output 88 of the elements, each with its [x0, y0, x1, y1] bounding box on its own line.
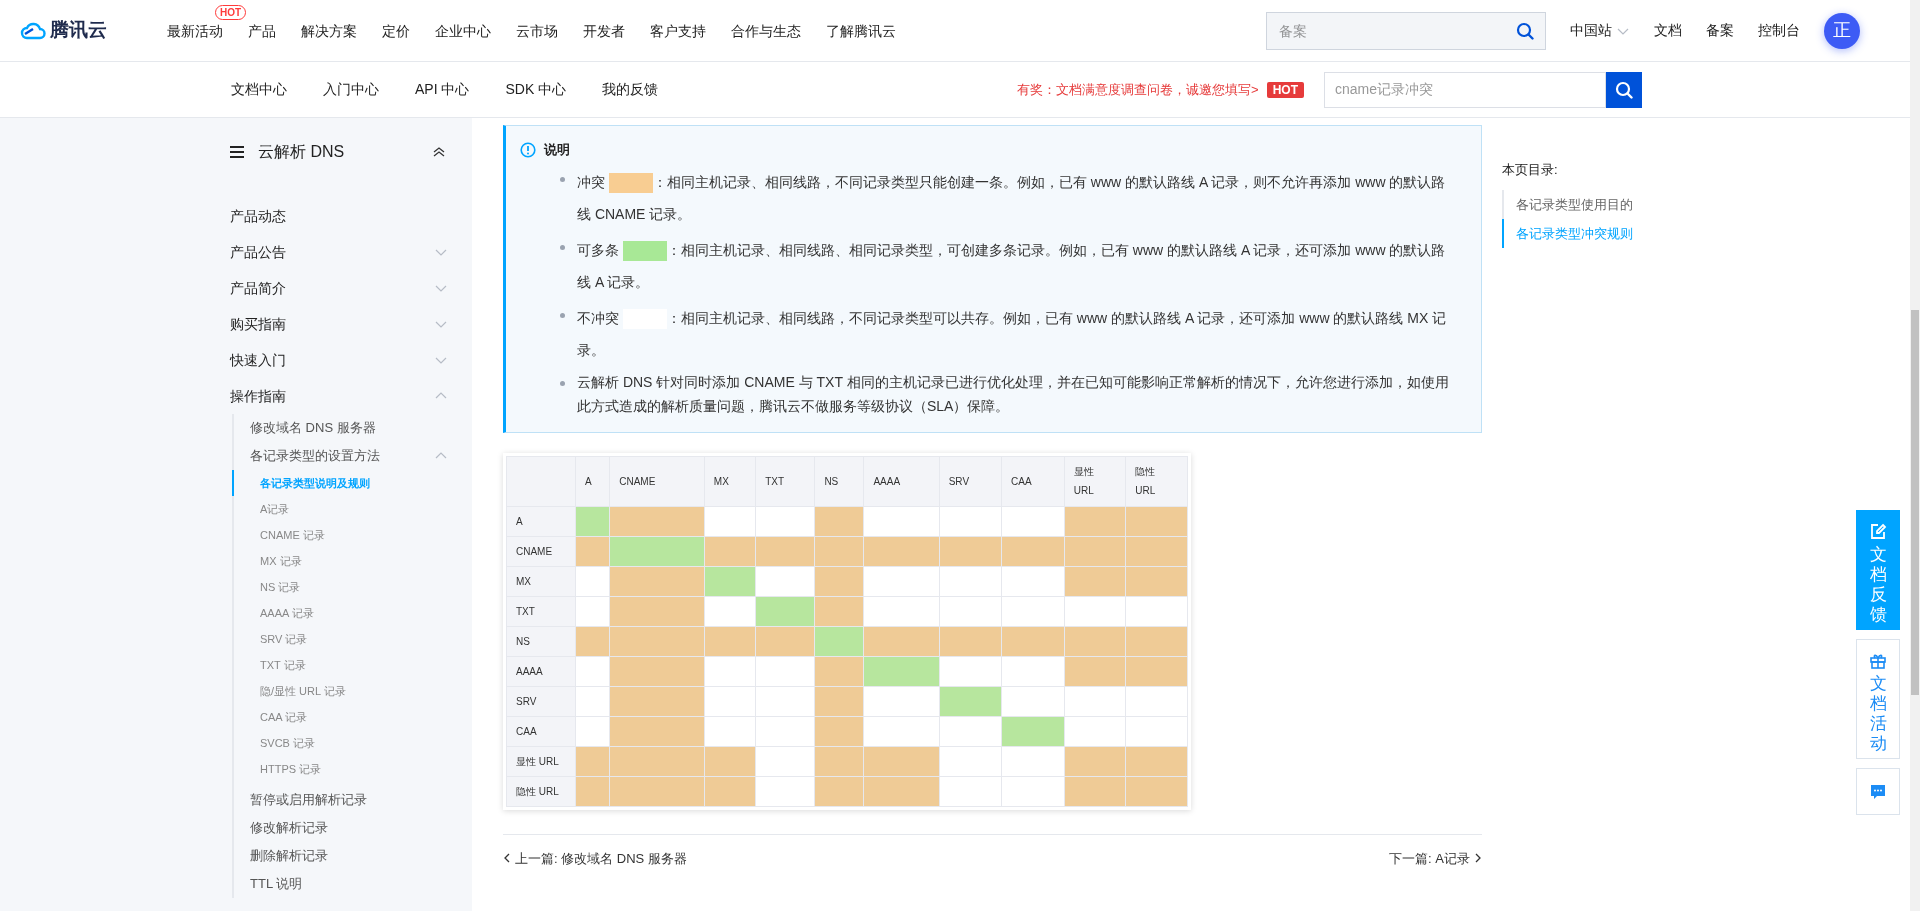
- row-header: AAAA: [506, 656, 576, 686]
- region-dropdown[interactable]: 中国站: [1570, 20, 1630, 41]
- sidebar-subitem[interactable]: TXT 记录: [232, 652, 448, 678]
- note-text: 可多条 ：相同主机记录、相同线路、相同记录类型，可创建多条记录。例如，已有 www 的默认路线 A 记录，还可添加 www 的默认路线 A 记录。: [577, 239, 1447, 292]
- note-text: 不冲突 ：相同主机记录、相同线路，不同记录类型可以共存。例如，已有 www 的默认路线 A 记录，还可添加 www 的默认路线 MX 记录。: [577, 307, 1448, 360]
- sidebar-item[interactable]: 产品简介: [230, 270, 448, 306]
- row-header: 显性 URL: [506, 746, 576, 776]
- row-header: NS: [506, 626, 576, 656]
- column-header: SRV: [939, 456, 1002, 506]
- info-icon: [520, 141, 536, 158]
- column-header: TXT: [755, 456, 815, 506]
- prev-link[interactable]: 上一篇: 修改域名 DNS 服务器: [503, 848, 687, 868]
- collapse-icon[interactable]: [432, 145, 446, 159]
- gift-icon: [1869, 652, 1887, 670]
- column-header: CNAME: [609, 456, 705, 506]
- sidebar-item[interactable]: 产品公告: [230, 234, 448, 270]
- column-header: 显性 URL: [1064, 456, 1126, 506]
- nav-link[interactable]: 了解腾讯云: [826, 22, 896, 39]
- header-link[interactable]: 备案: [1706, 20, 1734, 41]
- column-header: CAA: [1001, 456, 1065, 506]
- column-header: AAAA: [863, 456, 940, 506]
- menu-icon[interactable]: [230, 146, 244, 158]
- row-header: 隐性 URL: [506, 776, 576, 806]
- sidebar-item[interactable]: 购买指南: [230, 306, 448, 342]
- nav-link[interactable]: 客户支持: [650, 22, 706, 39]
- header-link[interactable]: 控制台: [1758, 20, 1800, 41]
- nav-link[interactable]: 最新活动: [167, 22, 223, 39]
- sidebar-subitem[interactable]: 修改解析记录: [250, 814, 448, 842]
- subnav-link[interactable]: SDK 中心: [505, 79, 567, 100]
- sidebar-subitem[interactable]: CNAME 记录: [232, 522, 448, 548]
- sidebar-item[interactable]: 操作指南: [230, 378, 448, 414]
- edit-icon: [1869, 523, 1887, 541]
- sidebar-subitem[interactable]: 暂停或启用解析记录: [250, 786, 448, 814]
- subnav-link[interactable]: 文档中心: [231, 79, 287, 100]
- hot-badge: HOT: [215, 4, 247, 20]
- row-header: MX: [506, 566, 576, 596]
- row-header: CAA: [506, 716, 576, 746]
- search-field[interactable]: 备案: [1266, 11, 1546, 50]
- subnav-link[interactable]: 入门中心: [323, 79, 379, 100]
- sidebar-item[interactable]: 快速入门: [230, 342, 448, 378]
- sidebar-subitem[interactable]: TTL 说明: [250, 870, 448, 898]
- sidebar-subitem[interactable]: MX 记录: [232, 548, 448, 574]
- note-text: 冲突 ：相同主机记录、相同线路，不同记录类型只能创建一条。例如，已有 www 的默认路线 A 记录，则不允许再添加 www 的默认路线 CNAME 记录。: [577, 171, 1447, 224]
- hot-badge: HOT: [1266, 81, 1304, 98]
- header-cell: [506, 456, 576, 506]
- sidebar-title: 云解析 DNS: [258, 142, 346, 162]
- column-header: MX: [704, 456, 756, 506]
- column-header: 隐性 URL: [1125, 456, 1188, 506]
- subnav-link[interactable]: 我的反馈: [602, 79, 659, 100]
- chat-button[interactable]: [1856, 768, 1900, 815]
- column-header: A: [575, 456, 610, 506]
- next-link[interactable]: 下一篇: A记录: [1389, 848, 1482, 868]
- sidebar-subitem[interactable]: 隐/显性 URL 记录: [232, 678, 448, 704]
- search-icon: [1615, 80, 1633, 99]
- nav-link[interactable]: 企业中心: [435, 22, 491, 39]
- nav-link[interactable]: 开发者: [583, 22, 625, 39]
- nav-link[interactable]: 产品: [248, 22, 276, 39]
- search-button[interactable]: [1606, 71, 1642, 108]
- note-title: 说明: [544, 141, 570, 159]
- cloud-logo-icon: [20, 21, 46, 40]
- row-header: CNAME: [506, 536, 576, 566]
- scrollbar-thumb[interactable]: [1911, 310, 1919, 695]
- chat-icon: [1869, 782, 1887, 801]
- row-header: A: [506, 506, 576, 536]
- search-icon[interactable]: [1516, 21, 1534, 40]
- note-text: 云解析 DNS 针对同时添加 CNAME 与 TXT 相同的主机记录已进行优化处理，并在已知可能影响正常解析的情况下，允许您进行添加，如使用此方式造成的解析质量问题，腾讯云不做服务等级协议（SLA）保障。: [577, 372, 1450, 416]
- sidebar-subitem[interactable]: 各记录类型的设置方法: [250, 442, 448, 470]
- survey-link[interactable]: 有奖：文档满意度调查问卷，诚邀您填写>: [1017, 79, 1259, 100]
- nav-link[interactable]: 解决方案: [301, 22, 357, 39]
- row-header: TXT: [506, 596, 576, 626]
- header-link[interactable]: 文档: [1654, 20, 1682, 41]
- logo-text[interactable]: 腾讯云: [50, 16, 107, 45]
- column-header: NS: [814, 456, 864, 506]
- user-avatar[interactable]: 正: [1824, 12, 1860, 49]
- sidebar-subitem[interactable]: 删除解析记录: [250, 842, 448, 870]
- toc-link[interactable]: 各记录类型使用目的: [1502, 189, 1910, 219]
- sidebar-subitem[interactable]: 修改域名 DNS 服务器: [250, 414, 448, 442]
- chevron-left-icon: [503, 853, 511, 864]
- row-header: SRV: [506, 686, 576, 716]
- nav-link[interactable]: 云市场: [516, 22, 558, 39]
- subnav-link[interactable]: API 中心: [415, 79, 470, 100]
- toc-title: 本页目录:: [1502, 161, 1559, 179]
- chevron-right-icon: [1474, 853, 1482, 864]
- sidebar-subitem[interactable]: NS 记录: [232, 574, 448, 600]
- side-float-button[interactable]: 文档活动: [1856, 639, 1900, 759]
- nav-link[interactable]: 定价: [382, 22, 410, 39]
- sidebar-item[interactable]: 产品动态: [230, 198, 448, 234]
- nav-link[interactable]: 合作与生态: [731, 22, 801, 39]
